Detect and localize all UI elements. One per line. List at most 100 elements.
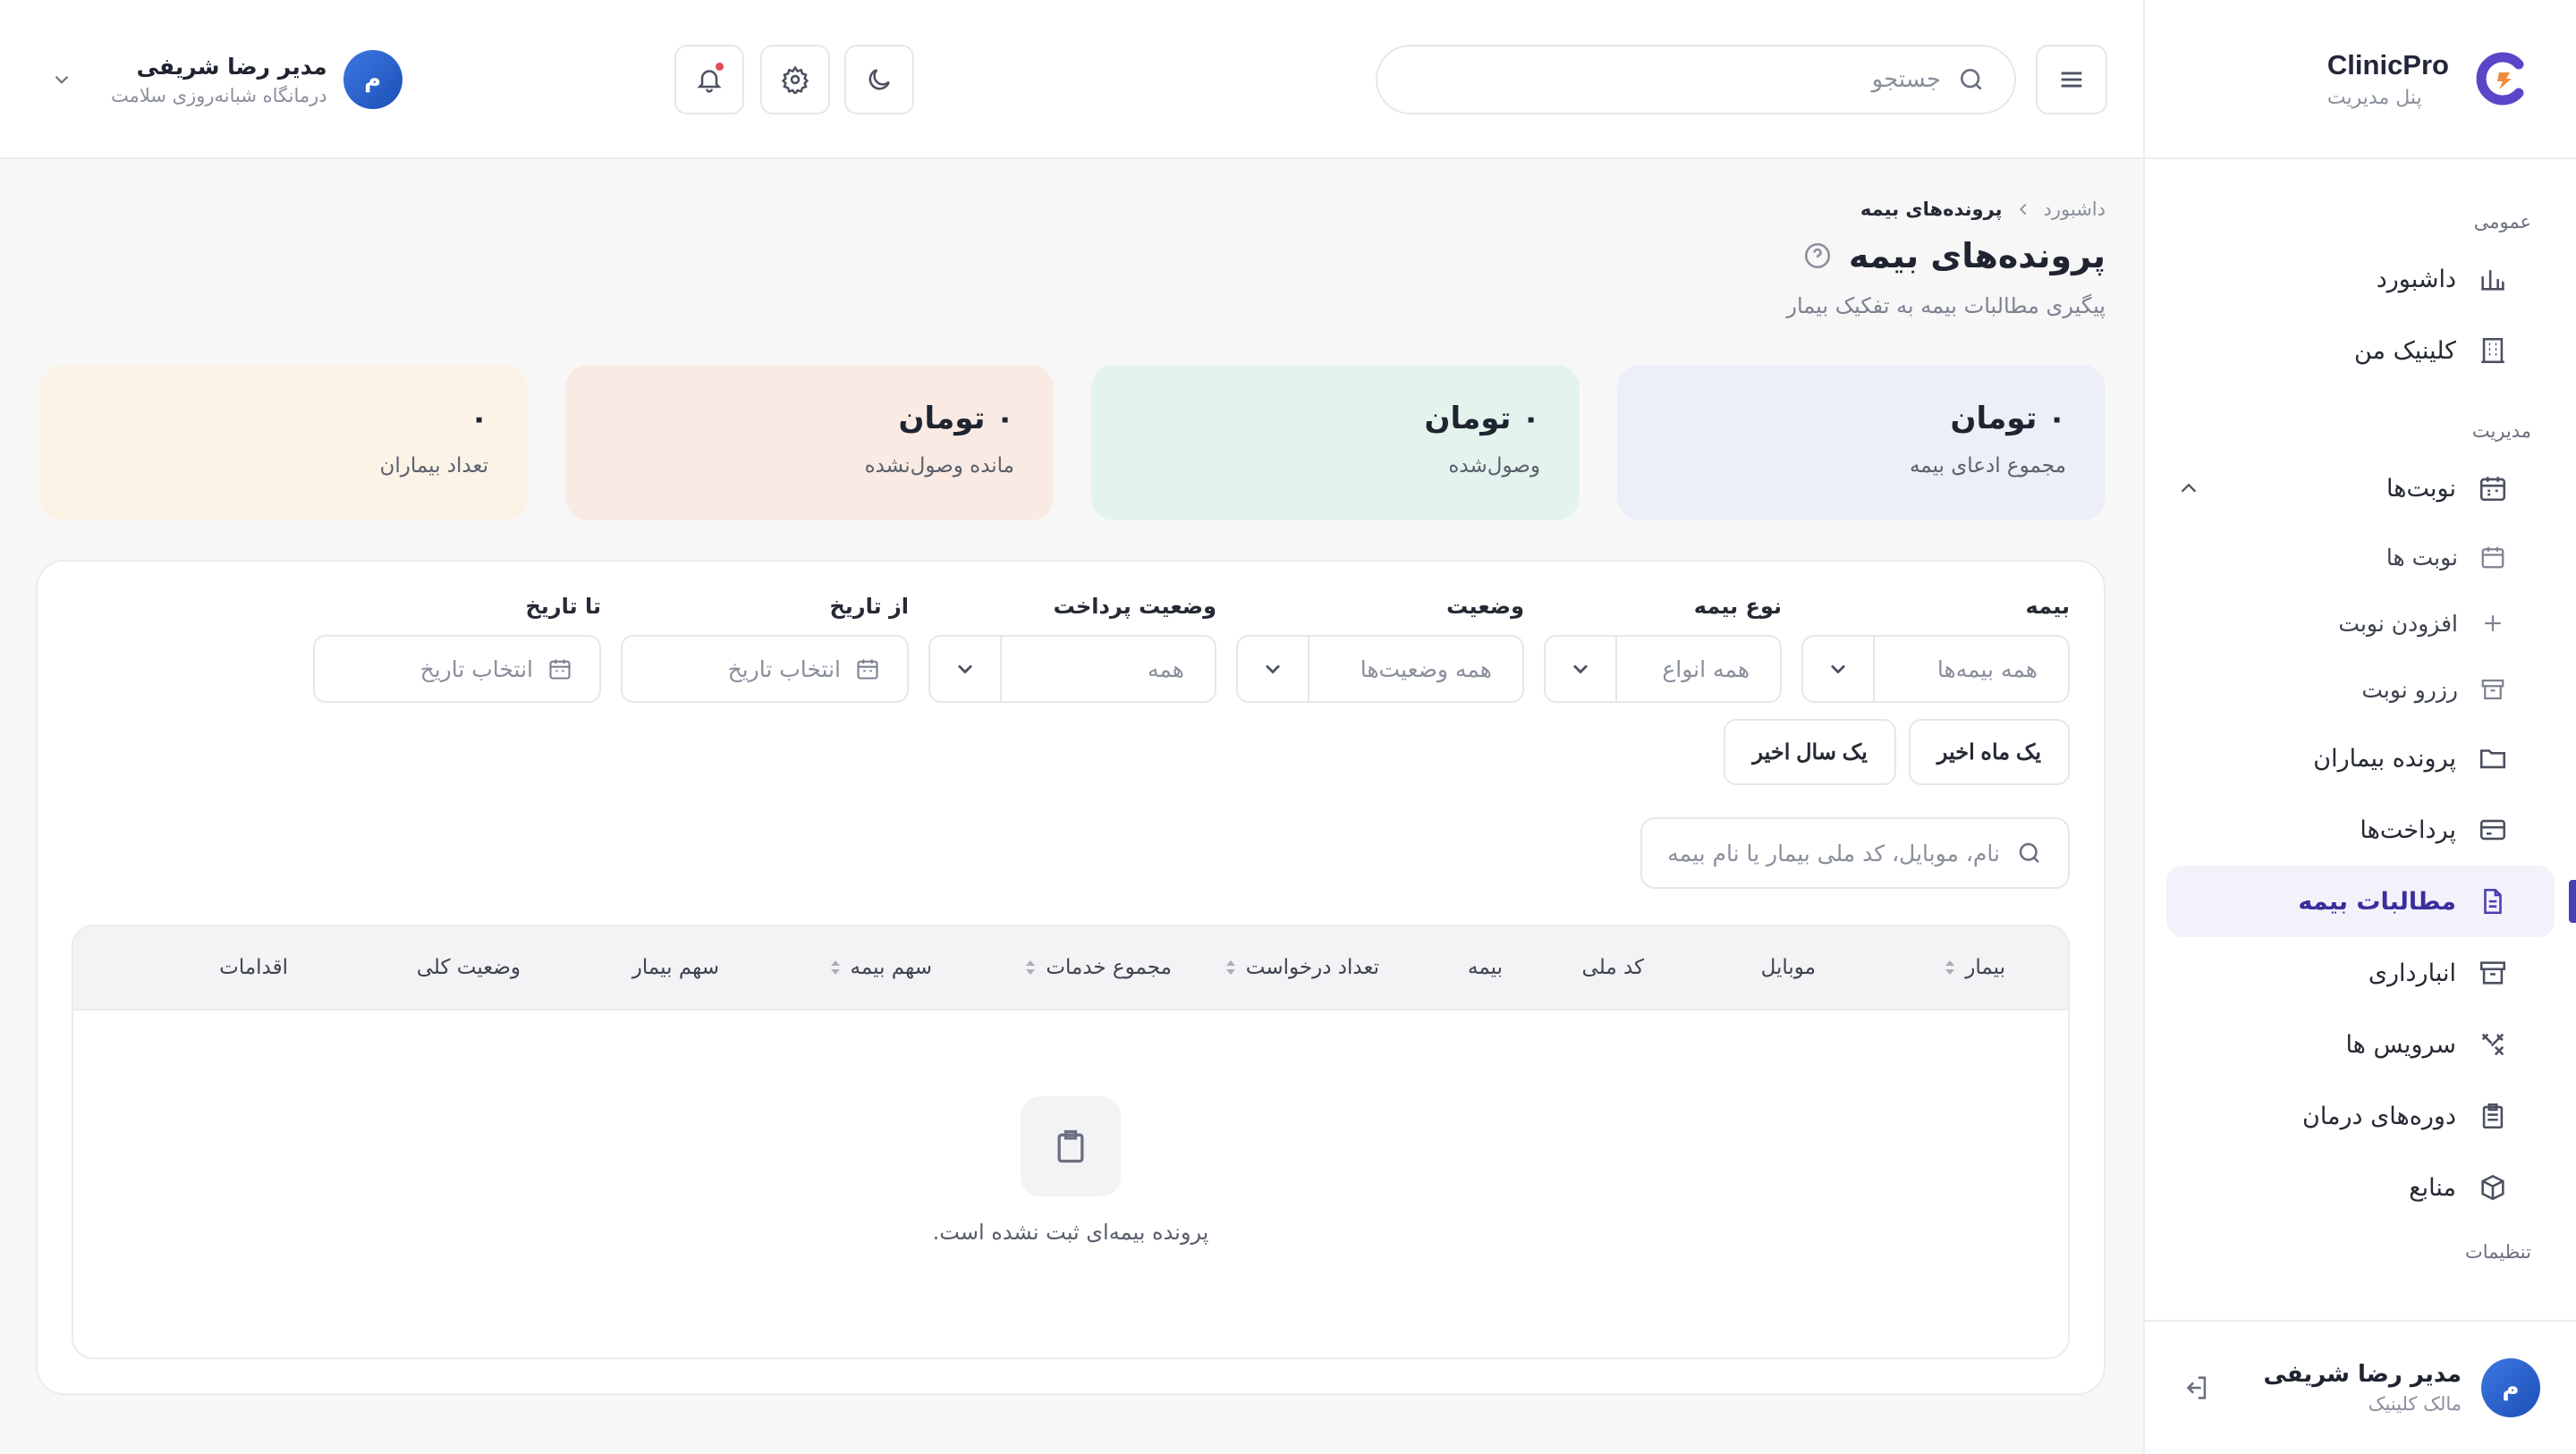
chevron-down-icon [1831,664,1845,674]
tools-icon [2481,1033,2504,1056]
column-services-total[interactable]: مجموع خدمات [1024,956,1172,979]
sidebar-item-label: منابع [2409,1173,2456,1202]
sidebar-item-payments[interactable]: پرداخت‌ها [2166,794,2555,866]
filters-row: بیمه همه بیمه‌ها نوع بیمه همه انواع وضعی… [72,594,2070,703]
sidebar-subitem-reserve-appointment[interactable]: رزرو نوبت [2145,656,2576,723]
last-year-button[interactable]: یک سال اخیر [1724,719,1896,785]
stat-value: ۰ تومان [1950,401,2066,436]
column-request-count[interactable]: تعداد درخواست [1224,956,1379,979]
column-insurance-share[interactable]: سهم بیمه [829,956,932,979]
menu-toggle-button[interactable] [2036,45,2107,114]
sidebar: ClinicPro پنل مدیریت عمومی داشبورد کلینی… [2143,0,2576,1454]
sidebar-item-my-clinic[interactable]: کلینیک من [2166,315,2555,386]
plus-icon [2485,615,2501,631]
column-overall-status: وضعیت کلی [417,956,521,979]
stat-card-patient-count: ۰ تعداد بیماران [39,365,528,520]
sidebar-item-resources[interactable]: منابع [2166,1152,2555,1223]
from-date-input[interactable]: انتخاب تاریخ [621,635,909,703]
chevron-down-icon[interactable] [50,68,73,91]
sidebar-item-services[interactable]: سرویس ها [2166,1009,2555,1080]
app-root: ClinicPro پنل مدیریت عمومی داشبورد کلینی… [0,0,2576,1454]
chevron-up-icon[interactable] [2175,475,2202,502]
insurance-files-panel: بیمه همه بیمه‌ها نوع بیمه همه انواع وضعی… [36,560,2106,1395]
brand[interactable]: ClinicPro پنل مدیریت [2145,0,2576,159]
stat-label: تعداد بیماران [379,454,488,478]
chevron-left-icon [2019,203,2026,216]
sidebar-subitem-label: نوبت ها [2385,544,2458,571]
help-circle-icon[interactable] [1802,241,1833,271]
last-month-button[interactable]: یک ماه اخیر [1908,719,2070,785]
filter-status: وضعیت همه وضعیت‌ها [1236,594,1524,703]
sidebar-subitem-appointments-list[interactable]: نوبت ها [2145,524,2576,590]
date-placeholder: انتخاب تاریخ [727,655,841,682]
empty-state-text: پرونده بیمه‌ای ثبت نشده است. [932,1220,1209,1245]
sidebar-item-treatment-courses[interactable]: دوره‌های درمان [2166,1080,2555,1152]
file-text-icon [2484,888,2502,915]
sidebar-item-label: انبارداری [2368,959,2456,987]
chevron-down-icon [1266,664,1280,674]
sidebar-item-insurance-claims[interactable]: مطالبات بیمه [2166,866,2576,937]
avatar: م [343,50,402,109]
payment-status-select[interactable]: همه [928,635,1216,703]
sort-icon [830,960,840,975]
filter-label: وضعیت پرداخت [1053,594,1216,619]
logout-icon[interactable] [2181,1373,2211,1403]
filter-insurance: بیمه همه بیمه‌ها [1801,594,2070,703]
filter-label: وضعیت [1446,594,1524,619]
sidebar-item-label: پرونده بیماران [2313,744,2456,773]
gear-icon [781,65,809,94]
chevron-down-icon [958,664,972,674]
stat-card-collected: ۰ تومان وصول‌شده [1091,365,1580,520]
sidebar-item-dashboard[interactable]: داشبورد [2166,243,2555,315]
filter-label: نوع بیمه [1693,594,1782,619]
clipboard-list-icon [2482,1103,2504,1129]
status-select[interactable]: همه وضعیت‌ها [1236,635,1524,703]
settings-button[interactable] [760,45,830,114]
breadcrumb-current: پرونده‌های بیمه [1860,199,2003,220]
filter-label: تا تاریخ [525,594,601,619]
column-label: مجموع خدمات [1046,956,1172,979]
main-content: داشبورد پرونده‌های بیمه پرونده‌های بیمه … [36,159,2106,1395]
table-search[interactable] [1640,817,2070,889]
column-label: اقدامات [219,956,288,979]
sidebar-item-appointments[interactable]: نوبت‌ها [2166,452,2555,524]
topbar-user-name: مدیر رضا شریفی [136,53,327,80]
folder-icon [2479,749,2506,769]
search-input[interactable] [1440,66,1941,93]
cube-icon [2481,1174,2504,1201]
sidebar-user[interactable]: م مدیر رضا شریفی مالک کلینیک [2143,1320,2576,1454]
sidebar-item-label: داشبورد [2376,265,2456,293]
column-patient-share: سهم بیمار [632,956,719,979]
insurance-files-table: بیمار موبایل کد ملی بیمه تعداد درخواست م… [72,925,2070,1359]
sidebar-item-inventory[interactable]: انبارداری [2166,937,2555,1009]
clipboard-icon [1057,1129,1084,1163]
to-date-input[interactable]: انتخاب تاریخ [313,635,601,703]
bar-chart-icon [2481,270,2504,291]
filter-to-date: تا تاریخ انتخاب تاریخ [313,594,601,703]
sidebar-item-patient-files[interactable]: پرونده بیماران [2166,723,2555,794]
nav-section-settings: تنظیمات [2464,1241,2531,1263]
calendar-icon [857,659,878,680]
column-label: کد ملی [1581,956,1644,979]
column-patient[interactable]: بیمار [1944,956,2005,979]
topbar-user-menu[interactable]: م مدیر رضا شریفی درمانگاه شبانه‌روزی سلا… [50,45,402,114]
sidebar-user-name: مدیر رضا شریفی [2263,1361,2462,1388]
stat-label: مانده وصول‌نشده [864,454,1014,478]
sidebar-user-role: مالک کلینیک [2368,1393,2462,1415]
sidebar-subitem-add-appointment[interactable]: افزودن نوبت [2145,590,2576,656]
quick-range-buttons: یک ماه اخیر یک سال اخیر [72,719,2070,785]
global-search[interactable] [1376,45,2016,114]
stat-value: ۰ تومان [898,401,1014,436]
table-search-input[interactable] [1642,840,2000,866]
page-title: پرونده‌های بیمه [1848,236,2106,275]
insurance-select[interactable]: همه بیمه‌ها [1801,635,2070,703]
filter-label: از تاریخ [829,594,909,619]
breadcrumb-root[interactable]: داشبورد [2044,199,2106,220]
sidebar-subitem-label: رزرو نوبت [2361,676,2458,703]
moon-icon [869,69,890,90]
column-label: وضعیت کلی [416,956,521,979]
notifications-button[interactable] [674,45,744,114]
dark-mode-button[interactable] [844,45,914,114]
insurance-type-select[interactable]: همه انواع [1544,635,1782,703]
topbar: م مدیر رضا شریفی درمانگاه شبانه‌روزی سلا… [0,0,2143,159]
